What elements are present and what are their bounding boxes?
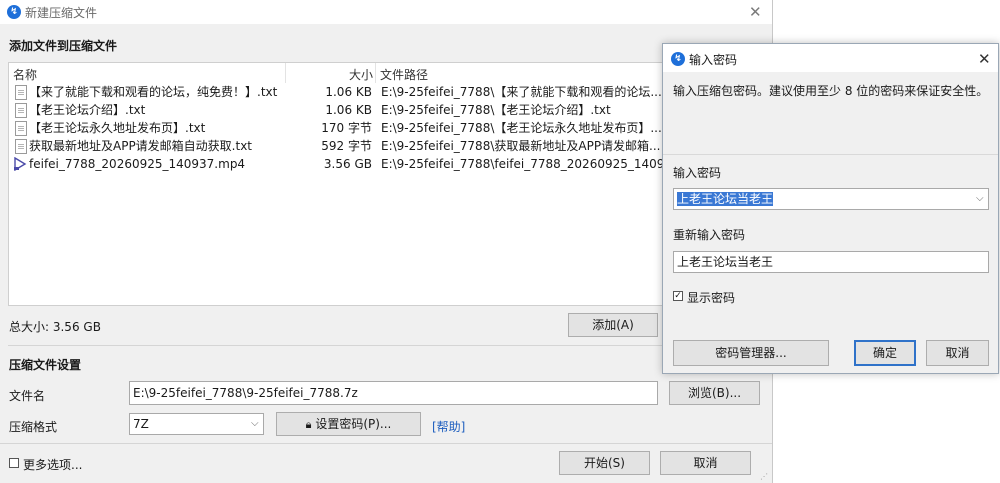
column-divider xyxy=(285,63,286,83)
file-row[interactable]: 【老王论坛介绍】.txt 1.06 KB E:\9-25feifei_7788\… xyxy=(9,101,669,119)
divider xyxy=(8,345,764,346)
dialog-cancel-button[interactable]: 取消 xyxy=(926,340,989,366)
dialog-description: 输入压缩包密码。建议使用至少 8 位的密码来保证安全性。 xyxy=(673,84,989,98)
file-path: E:\9-25feifei_7788\获取最新地址及APP请发邮箱... xyxy=(381,139,661,153)
app-logo-icon: ↯ xyxy=(7,5,21,19)
file-row[interactable]: 【老王论坛永久地址发布页】.txt 170 字节 E:\9-25feifei_7… xyxy=(9,119,669,137)
chevron-down-icon: ⌵ xyxy=(251,418,259,429)
compress-window: ↯ 新建压缩文件 ✕ 添加文件到压缩文件 名称 大小 文件路径 【来了就能下载和… xyxy=(0,0,773,483)
format-select-value: 7Z xyxy=(133,417,149,431)
file-path: E:\9-25feifei_7788\【老王论坛介绍】.txt xyxy=(381,103,611,117)
format-select[interactable]: 7Z ⌵ xyxy=(129,413,264,435)
file-row[interactable]: feifei_7788_20260925_140937.mp4 3.56 GB … xyxy=(9,155,669,173)
more-options-checkbox[interactable] xyxy=(9,458,19,468)
app-logo-icon: ↯ xyxy=(671,52,685,66)
file-row[interactable]: 获取最新地址及APP请发邮箱自动获取.txt 592 字节 E:\9-25fei… xyxy=(9,137,669,155)
password-dialog: ↯ 输入密码 ✕ 输入压缩包密码。建议使用至少 8 位的密码来保证安全性。 输入… xyxy=(662,43,999,374)
close-icon[interactable]: ✕ xyxy=(978,52,991,67)
format-label: 压缩格式 xyxy=(9,420,58,434)
filename-label: 文件名 xyxy=(9,389,46,403)
column-header-size[interactable]: 大小 xyxy=(349,66,373,83)
password-label: 输入密码 xyxy=(673,166,722,180)
password-value: 上老王论坛当老王 xyxy=(677,192,774,206)
add-button[interactable]: 添加(A) xyxy=(568,313,658,337)
confirm-password-input[interactable]: 上老王论坛当老王 xyxy=(673,251,989,273)
add-files-section-title: 添加文件到压缩文件 xyxy=(9,39,118,53)
file-size: 1.06 KB xyxy=(325,103,372,117)
settings-section-title: 压缩文件设置 xyxy=(9,358,82,372)
help-link[interactable]: [帮助] xyxy=(432,418,465,435)
file-name: 获取最新地址及APP请发邮箱自动获取.txt xyxy=(29,139,253,153)
confirm-password-label: 重新输入密码 xyxy=(673,228,746,242)
file-size: 170 字节 xyxy=(321,121,372,135)
lock-icon: 🔒︎ xyxy=(305,418,312,431)
file-path: E:\9-25feifei_7788\【来了就能下载和观看的论坛... xyxy=(381,85,662,99)
ok-button[interactable]: 确定 xyxy=(854,340,916,366)
start-button[interactable]: 开始(S) xyxy=(559,451,650,475)
total-size: 总大小: 3.56 GB xyxy=(9,320,101,334)
file-name: feifei_7788_20260925_140937.mp4 xyxy=(29,157,246,171)
column-header-name[interactable]: 名称 xyxy=(13,66,37,83)
video-file-icon xyxy=(14,157,27,171)
window-title: 新建压缩文件 xyxy=(25,6,98,20)
more-options-label[interactable]: 更多选项... xyxy=(23,456,82,473)
close-icon[interactable]: ✕ xyxy=(749,5,762,20)
file-list[interactable]: 名称 大小 文件路径 【来了就能下载和观看的论坛，纯免费！】.txt 1.06 … xyxy=(8,62,770,306)
browse-button[interactable]: 浏览(B)... xyxy=(669,381,760,405)
set-password-label: 设置密码(P)... xyxy=(315,417,392,431)
column-divider xyxy=(375,63,376,83)
column-header-path[interactable]: 文件路径 xyxy=(380,66,428,83)
text-file-icon xyxy=(15,103,27,118)
show-password-label[interactable]: 显示密码 xyxy=(687,289,735,306)
text-file-icon xyxy=(15,121,27,136)
file-path: E:\9-25feifei_7788\【老王论坛永久地址发布页】.... xyxy=(381,121,666,135)
cancel-button[interactable]: 取消 xyxy=(660,451,751,475)
file-name: 【老王论坛永久地址发布页】.txt xyxy=(29,121,206,135)
file-row[interactable]: 【来了就能下载和观看的论坛，纯免费！】.txt 1.06 KB E:\9-25f… xyxy=(9,83,669,101)
set-password-button[interactable]: 🔒︎ 设置密码(P)... xyxy=(276,412,421,436)
file-path: E:\9-25feifei_7788\feifei_7788_20260925_… xyxy=(381,157,667,171)
filename-input[interactable]: E:\9-25feifei_7788\9-25feifei_7788.7z xyxy=(129,381,658,405)
password-manager-button[interactable]: 密码管理器... xyxy=(673,340,829,366)
divider xyxy=(663,154,998,155)
text-file-icon xyxy=(15,85,27,100)
file-size: 1.06 KB xyxy=(325,85,372,99)
text-file-icon xyxy=(15,139,27,154)
show-password-checkbox[interactable]: ✓ xyxy=(673,291,683,301)
file-name: 【老王论坛介绍】.txt xyxy=(29,103,146,117)
window-titlebar xyxy=(0,0,772,24)
password-input[interactable]: 上老王论坛当老王 ⌵ xyxy=(673,188,989,210)
dialog-title: 输入密码 xyxy=(689,53,738,67)
resize-grip-icon[interactable]: ⋰ xyxy=(760,472,768,481)
divider xyxy=(0,443,772,444)
chevron-down-icon[interactable]: ⌵ xyxy=(976,189,984,209)
file-size: 592 字节 xyxy=(321,139,372,153)
file-size: 3.56 GB xyxy=(323,157,372,171)
file-name: 【来了就能下载和观看的论坛，纯免费！】.txt xyxy=(29,85,278,99)
